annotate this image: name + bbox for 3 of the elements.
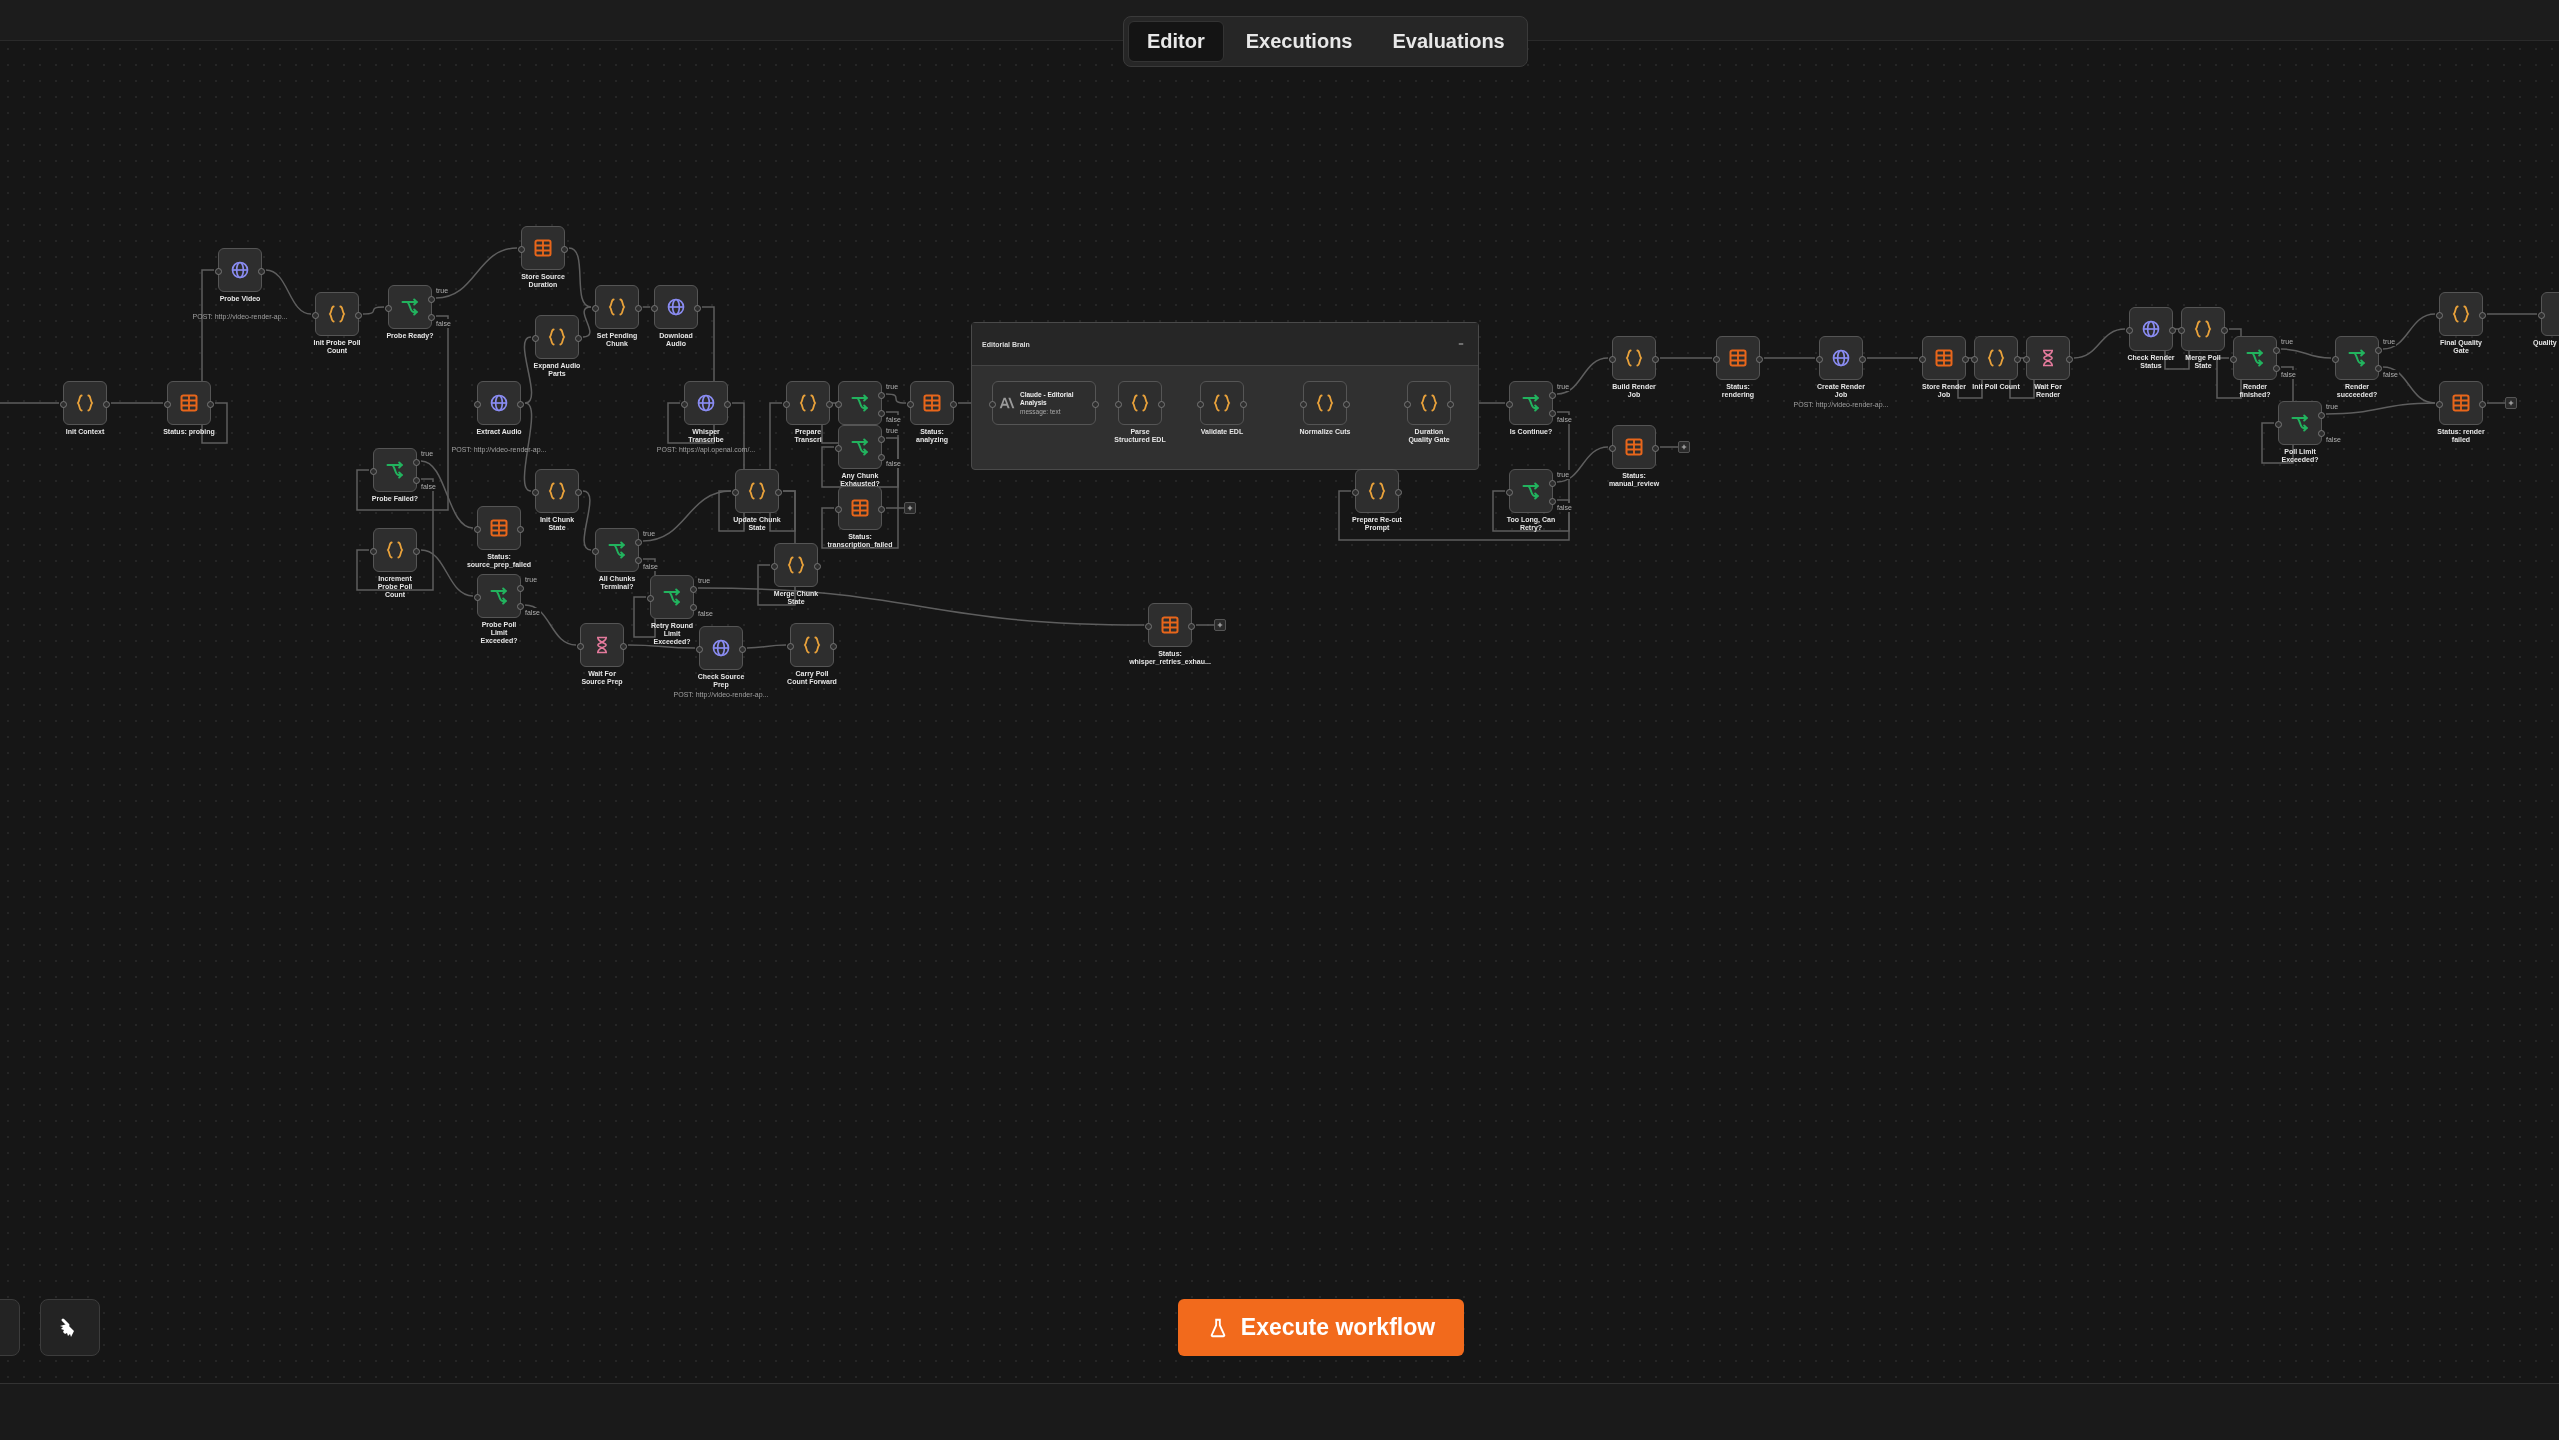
- view-tab[interactable]: Editor: [1128, 21, 1224, 62]
- view-tab[interactable]: Evaluations: [1374, 21, 1523, 62]
- view-tab[interactable]: Executions: [1227, 21, 1371, 62]
